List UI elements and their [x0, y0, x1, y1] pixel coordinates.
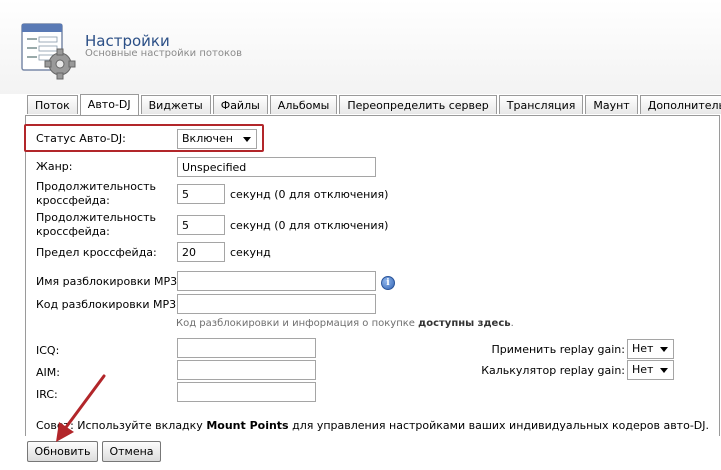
tab-albums[interactable]: Альбомы [269, 95, 338, 114]
settings-form-gear-icon [21, 23, 76, 80]
apply-replay-gain-label: Применить replay gain: [491, 343, 626, 356]
icq-input[interactable] [177, 338, 316, 358]
crossfade1-label-line2: кроссфейда: [36, 194, 110, 207]
crossfade2-unit: секунд (0 для отключения) [230, 219, 389, 232]
crossfade1-unit: секунд (0 для отключения) [230, 188, 389, 201]
unlock-purchase-note: Код разблокировки и информация о покупке… [176, 318, 514, 329]
mp3-unlock-code-input[interactable] [177, 294, 376, 314]
chevron-down-icon [660, 368, 668, 373]
crossfade-limit-unit: секунд [230, 246, 271, 259]
aim-input[interactable] [177, 360, 316, 380]
crossfade2-label-line2: кроссфейда: [36, 225, 110, 238]
unlock-purchase-link[interactable]: доступны здесь [418, 318, 510, 329]
crossfade-limit-label: Предел кроссфейда: [36, 246, 157, 259]
mp3-unlock-name-input[interactable] [177, 271, 376, 291]
replay-gain-calc-label: Калькулятор replay gain: [481, 364, 625, 377]
autodj-status-label: Статус Авто-DJ: [36, 132, 126, 145]
genre-label: Жанр: [36, 160, 73, 173]
tab-bar: Поток Авто-DJ Виджеты Файлы Альбомы Пере… [27, 94, 721, 115]
autodj-status-value: Включен [182, 132, 233, 145]
update-button[interactable]: Обновить [27, 441, 98, 462]
crossfade2-label-line1: Продолжительность [36, 211, 156, 224]
tip-mount-points: Mount Points [206, 419, 289, 432]
unlock-note-end: . [510, 318, 514, 329]
tab-widgets[interactable]: Виджеты [140, 95, 211, 114]
apply-replay-gain-select[interactable]: Нет [627, 339, 674, 359]
replay-gain-calc-value: Нет [632, 363, 654, 376]
chevron-down-icon [243, 137, 251, 142]
irc-input[interactable] [177, 382, 316, 402]
tab-advanced[interactable]: Дополнительно [639, 95, 721, 114]
cancel-button[interactable]: Отмена [102, 441, 161, 462]
apply-replay-gain-value: Нет [632, 342, 654, 355]
tip-text: Совет: Используйте вкладку Mount Points … [36, 419, 709, 432]
tab-broadcast[interactable]: Трансляция [498, 95, 584, 114]
tab-mount[interactable]: Маунт [585, 95, 638, 114]
icq-label: ICQ: [36, 344, 60, 357]
mp3-unlock-code-label: Код разблокировки MP3: [36, 298, 180, 311]
tab-stream[interactable]: Поток [27, 95, 78, 114]
tip-suffix: для управления настройками ваших индивид… [288, 419, 709, 432]
chevron-down-icon [660, 347, 668, 352]
crossfade-limit-input[interactable] [177, 242, 225, 262]
crossfade1-label-line1: Продолжительность [36, 180, 156, 193]
genre-input[interactable] [177, 157, 376, 177]
crossfade2-input[interactable] [177, 215, 225, 235]
annotation-arrow-icon [56, 374, 106, 442]
page-subtitle: Основные настройки потоков [85, 48, 243, 59]
replay-gain-calc-select[interactable]: Нет [627, 360, 674, 380]
crossfade1-input[interactable] [177, 184, 225, 204]
autodj-status-select[interactable]: Включен [177, 129, 257, 149]
unlock-note-text: Код разблокировки и информация о покупке [176, 318, 419, 329]
info-icon[interactable]: i [381, 276, 395, 290]
tab-server-override[interactable]: Переопределить сервер [339, 95, 497, 114]
tab-files[interactable]: Файлы [212, 95, 268, 114]
mp3-unlock-name-label: Имя разблокировки MP3: [36, 275, 181, 288]
tab-autodj[interactable]: Авто-DJ [79, 94, 139, 115]
